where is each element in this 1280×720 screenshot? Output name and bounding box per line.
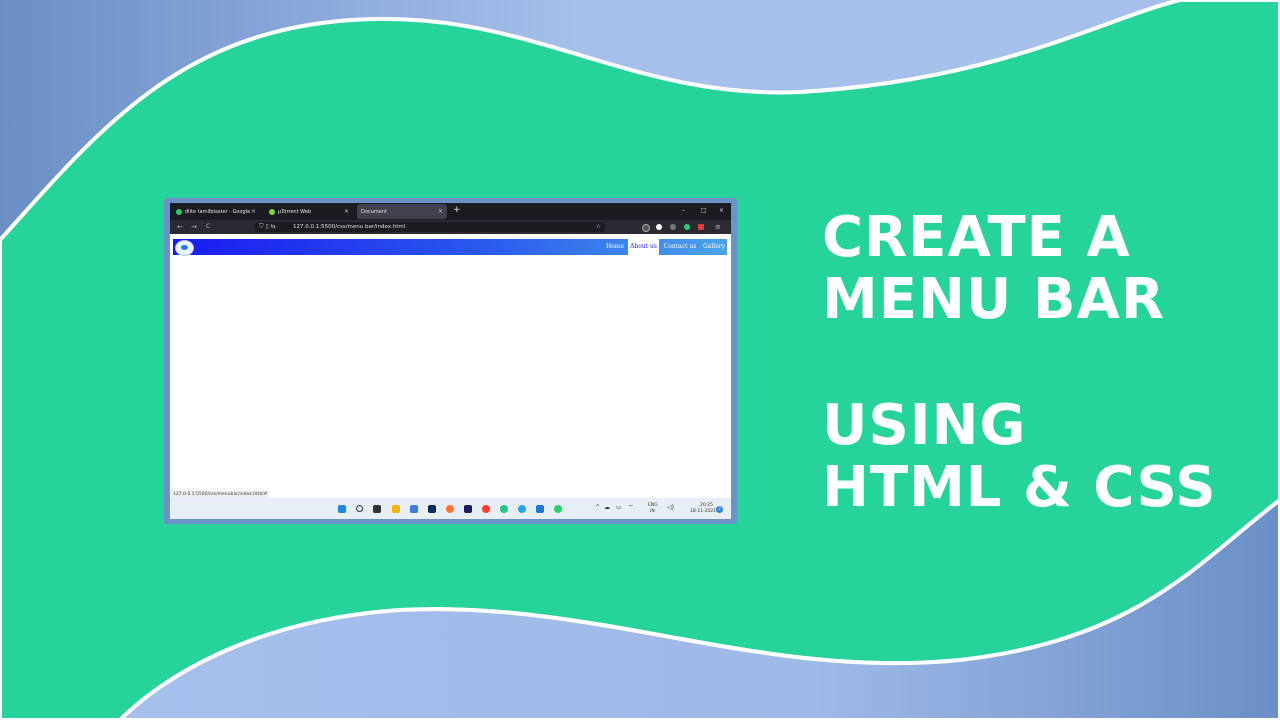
nav-toolbar: ← → C ⛉ ▯ ⇆ 127.0.0.1:5500/css/menu bar/… — [170, 220, 731, 234]
headline-line-1: CREATE A — [822, 205, 1131, 270]
tab-document[interactable]: Document × — [357, 204, 447, 219]
status-bar-url: 127.0.0.1:5500/css/menubar/index.html# — [171, 491, 270, 498]
onedrive-icon[interactable]: ☁ — [604, 505, 610, 511]
extension-icon[interactable] — [656, 224, 662, 230]
url-text[interactable]: 127.0.0.1:5500/css/menu bar/index.html — [293, 223, 405, 231]
speaker-icon[interactable]: ◁) — [667, 505, 674, 511]
menu-bar: Home About us Contact us Gallery — [173, 239, 727, 256]
headline-line-2: MENU BAR — [822, 267, 1165, 332]
bookmark-star-icon[interactable]: ☆ — [596, 223, 601, 231]
headline-line-4: HTML & CSS — [822, 455, 1217, 520]
firefox-icon[interactable] — [446, 505, 454, 513]
file-explorer-icon[interactable] — [392, 505, 400, 513]
address-bar[interactable]: ⛉ ▯ ⇆ 127.0.0.1:5500/css/menu bar/index.… — [255, 222, 605, 232]
clock-date[interactable]: 18-11-2021 — [690, 509, 716, 515]
grammarly-icon[interactable] — [500, 505, 508, 513]
close-window-button[interactable]: × — [719, 207, 724, 215]
wifi-icon[interactable]: ⌔ — [628, 505, 634, 511]
headline-line-3: USING — [822, 393, 1027, 458]
screenshot-frame: dlite tamilblaster - Google Sear × µTorr… — [164, 198, 737, 524]
page-content: Home About us Contact us Gallery — [170, 234, 731, 498]
telegram-icon[interactable] — [518, 505, 526, 513]
maximize-button[interactable]: □ — [701, 207, 707, 215]
shield-icon: ⛉ ▯ ⇆ — [259, 223, 276, 230]
site-logo[interactable] — [175, 240, 194, 256]
close-tab-icon[interactable]: × — [344, 208, 349, 215]
region-indicator: IN — [650, 509, 655, 514]
extension-icon[interactable] — [698, 224, 704, 230]
browser-window: dlite tamilblaster - Google Sear × µTorr… — [170, 203, 731, 519]
tab-label: µTorrent Web — [278, 208, 312, 215]
vscode-icon[interactable] — [536, 505, 544, 513]
menu-item-about-us[interactable]: About us — [628, 239, 659, 255]
pocket-icon[interactable] — [642, 224, 650, 232]
extension-icon[interactable] — [670, 224, 676, 230]
menu-item-gallery[interactable]: Gallery — [701, 239, 727, 255]
menu-item-contact-us[interactable]: Contact us — [663, 239, 697, 255]
notification-badge[interactable]: 2 — [716, 506, 723, 513]
windows-start-icon[interactable] — [338, 505, 346, 513]
search-icon[interactable] — [356, 505, 363, 512]
task-view-icon[interactable] — [373, 505, 381, 513]
utorrent-icon — [269, 208, 275, 215]
tab-label: Document — [361, 208, 387, 215]
tab-google-search[interactable]: dlite tamilblaster - Google Sear × — [172, 204, 260, 219]
tray-chevron-icon[interactable]: ^ — [595, 505, 600, 511]
photos-icon[interactable] — [410, 505, 418, 513]
new-tab-button[interactable]: + — [453, 206, 461, 215]
close-tab-icon[interactable]: × — [438, 208, 443, 215]
tab-bar: dlite tamilblaster - Google Sear × µTorr… — [170, 203, 731, 220]
tab-label: dlite tamilblaster - Google Sear — [185, 208, 251, 215]
photoshop-icon[interactable] — [428, 505, 436, 513]
grammarly-icon[interactable] — [684, 224, 690, 230]
menu-icon[interactable]: ≡ — [715, 222, 721, 232]
whatsapp-icon[interactable] — [554, 505, 562, 513]
premiere-icon[interactable] — [464, 505, 472, 513]
windows-taskbar: ^ ☁ ▭ ⌔ ENG IN ◁) 20:25 18-11-2021 2 — [170, 498, 731, 519]
battery-icon[interactable]: ▭ — [616, 505, 622, 511]
tab-utorrent[interactable]: µTorrent Web × — [265, 204, 353, 219]
back-button[interactable]: ← — [177, 222, 183, 232]
google-icon — [176, 208, 182, 215]
minimize-button[interactable]: – — [682, 207, 685, 215]
close-tab-icon[interactable]: × — [251, 208, 256, 215]
menu-item-home[interactable]: Home — [603, 239, 627, 255]
forward-button[interactable]: → — [191, 222, 197, 232]
reload-button[interactable]: C — [206, 222, 210, 232]
opera-icon[interactable] — [482, 505, 490, 513]
